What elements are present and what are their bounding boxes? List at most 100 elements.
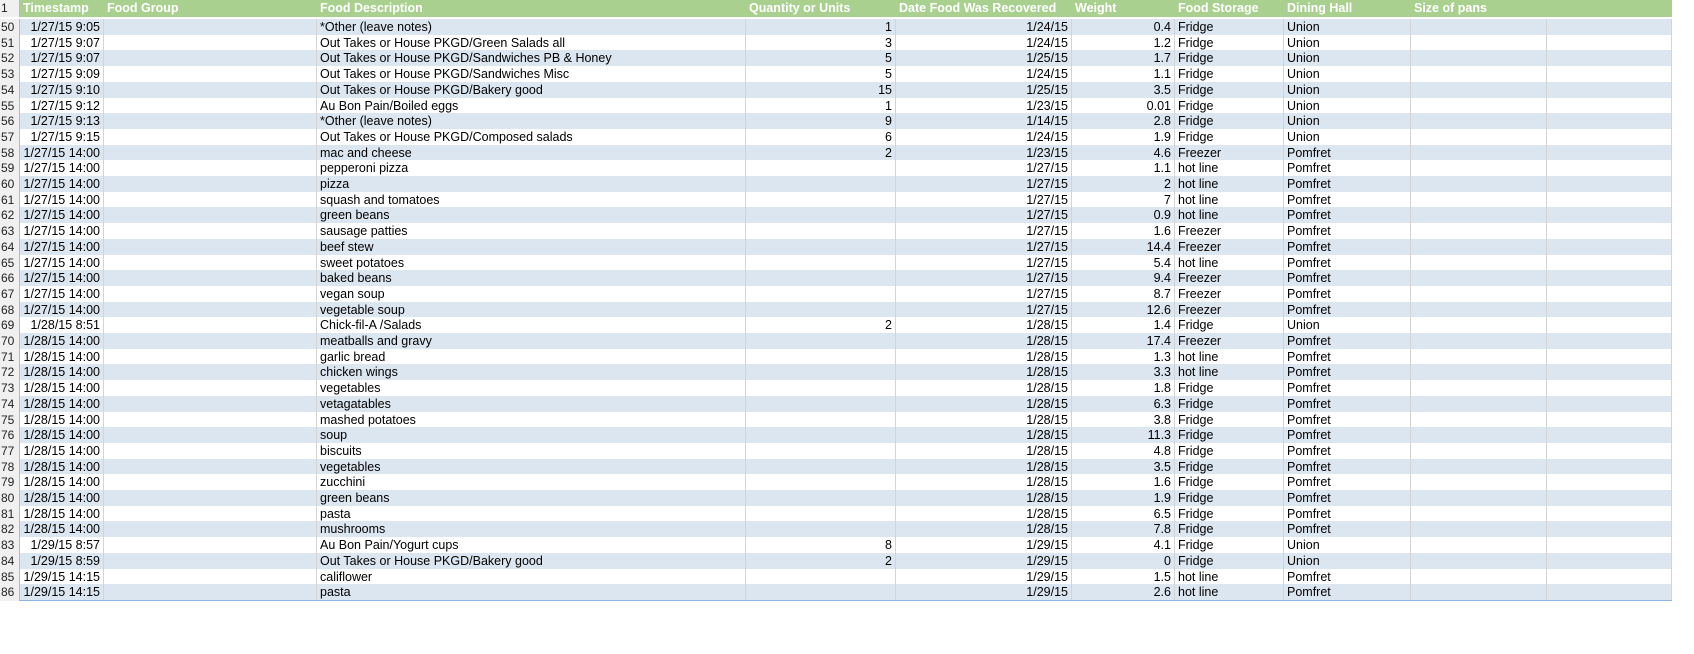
food-description-cell[interactable]: soup	[317, 427, 746, 445]
size-of-pans-cell[interactable]	[1411, 442, 1547, 460]
dining-hall-cell[interactable]: Pomfret	[1284, 411, 1411, 429]
food-group-cell[interactable]	[104, 301, 317, 319]
weight-cell[interactable]: 3.5	[1072, 81, 1175, 99]
empty-cell[interactable]	[1547, 380, 1672, 398]
empty-cell[interactable]	[1547, 19, 1672, 36]
empty-cell[interactable]	[1547, 66, 1672, 84]
table-row[interactable]: 64 1/27/15 14:00 beef stew 1/27/15 14.4 Freez…	[0, 238, 1694, 256]
food-storage-cell[interactable]: Fridge	[1175, 128, 1284, 146]
food-description-cell[interactable]: vegan soup	[317, 285, 746, 303]
food-description-cell[interactable]: meatballs and gravy	[317, 333, 746, 350]
weight-cell[interactable]: 17.4	[1072, 333, 1175, 350]
quantity-cell[interactable]	[746, 458, 896, 476]
food-storage-cell[interactable]: Fridge	[1175, 411, 1284, 429]
food-storage-cell[interactable]: hot line	[1175, 364, 1284, 382]
table-row[interactable]: 79 1/28/15 14:00 zucchini 1/28/15 1.6 Fridge P…	[0, 474, 1694, 492]
table-row[interactable]: 56 1/27/15 9:13 *Other (leave notes) 9 1/14/…	[0, 113, 1694, 131]
quantity-cell[interactable]: 1	[746, 97, 896, 115]
table-row[interactable]: 57 1/27/15 9:15 Out Takes or House PKGD/Co…	[0, 128, 1694, 146]
food-storage-cell[interactable]: hot line	[1175, 584, 1284, 602]
quantity-cell[interactable]: 3	[746, 34, 896, 52]
table-row[interactable]: 78 1/28/15 14:00 vegetables 1/28/15 3.5 Fridg…	[0, 458, 1694, 476]
food-storage-cell[interactable]: Fridge	[1175, 34, 1284, 52]
column-header-dining-hall[interactable]: Dining Hall	[1284, 0, 1411, 17]
food-storage-cell[interactable]: Freezer	[1175, 285, 1284, 303]
quantity-cell[interactable]	[746, 160, 896, 178]
empty-cell[interactable]	[1547, 160, 1672, 178]
food-group-cell[interactable]	[104, 348, 317, 366]
dining-hall-cell[interactable]: Pomfret	[1284, 364, 1411, 382]
food-storage-cell[interactable]: Fridge	[1175, 19, 1284, 36]
row-number[interactable]: 57	[0, 128, 20, 146]
empty-cell[interactable]	[1547, 301, 1672, 319]
weight-cell[interactable]: 1.9	[1072, 490, 1175, 507]
dining-hall-cell[interactable]: Pomfret	[1284, 348, 1411, 366]
quantity-cell[interactable]	[746, 427, 896, 445]
weight-cell[interactable]: 11.3	[1072, 427, 1175, 445]
empty-cell[interactable]	[1547, 270, 1672, 288]
weight-cell[interactable]: 5.4	[1072, 254, 1175, 272]
date-recovered-cell[interactable]: 1/24/15	[896, 128, 1072, 146]
table-row[interactable]: 60 1/27/15 14:00 pizza 1/27/15 2 hot line Pomf…	[0, 176, 1694, 193]
table-row[interactable]: 65 1/27/15 14:00 sweet potatoes 1/27/15 5.4 h…	[0, 254, 1694, 272]
food-storage-cell[interactable]: Freezer	[1175, 238, 1284, 256]
food-group-cell[interactable]	[104, 427, 317, 445]
food-description-cell[interactable]: pizza	[317, 176, 746, 193]
food-group-cell[interactable]	[104, 81, 317, 99]
food-storage-cell[interactable]: Freezer	[1175, 223, 1284, 241]
food-group-cell[interactable]	[104, 176, 317, 193]
food-group-cell[interactable]	[104, 537, 317, 555]
quantity-cell[interactable]	[746, 490, 896, 507]
food-storage-cell[interactable]: Freezer	[1175, 144, 1284, 162]
food-description-cell[interactable]: mac and cheese	[317, 144, 746, 162]
food-group-cell[interactable]	[104, 317, 317, 335]
size-of-pans-cell[interactable]	[1411, 474, 1547, 492]
weight-cell[interactable]: 1.8	[1072, 380, 1175, 398]
food-description-cell[interactable]: Out Takes or House PKGD/Bakery good	[317, 81, 746, 99]
empty-cell[interactable]	[1547, 113, 1672, 131]
food-group-cell[interactable]	[104, 128, 317, 146]
dining-hall-cell[interactable]: Union	[1284, 81, 1411, 99]
size-of-pans-cell[interactable]	[1411, 395, 1547, 413]
row-number[interactable]: 62	[0, 207, 20, 225]
quantity-cell[interactable]	[746, 301, 896, 319]
quantity-cell[interactable]	[746, 348, 896, 366]
food-group-cell[interactable]	[104, 19, 317, 36]
quantity-cell[interactable]: 1	[746, 19, 896, 36]
food-storage-cell[interactable]: hot line	[1175, 348, 1284, 366]
timestamp-cell[interactable]: 1/27/15 14:00	[20, 176, 104, 193]
empty-cell[interactable]	[1547, 238, 1672, 256]
food-group-cell[interactable]	[104, 505, 317, 523]
timestamp-cell[interactable]: 1/28/15 14:00	[20, 474, 104, 492]
food-storage-cell[interactable]: Fridge	[1175, 380, 1284, 398]
size-of-pans-cell[interactable]	[1411, 19, 1547, 36]
date-recovered-cell[interactable]: 1/28/15	[896, 333, 1072, 350]
row-number[interactable]: 75	[0, 411, 20, 429]
food-storage-cell[interactable]: hot line	[1175, 207, 1284, 225]
dining-hall-cell[interactable]: Pomfret	[1284, 160, 1411, 178]
timestamp-cell[interactable]: 1/28/15 14:00	[20, 380, 104, 398]
date-recovered-cell[interactable]: 1/29/15	[896, 584, 1072, 602]
empty-cell[interactable]	[1547, 176, 1672, 193]
dining-hall-cell[interactable]: Pomfret	[1284, 395, 1411, 413]
table-row[interactable]: 67 1/27/15 14:00 vegan soup 1/27/15 8.7 Freez…	[0, 285, 1694, 303]
dining-hall-cell[interactable]: Pomfret	[1284, 333, 1411, 350]
timestamp-cell[interactable]: 1/29/15 14:15	[20, 584, 104, 602]
table-row[interactable]: 73 1/28/15 14:00 vegetables 1/28/15 1.8 Fridg…	[0, 380, 1694, 398]
dining-hall-cell[interactable]: Pomfret	[1284, 584, 1411, 602]
row-number[interactable]: 55	[0, 97, 20, 115]
food-group-cell[interactable]	[104, 474, 317, 492]
row-number[interactable]: 80	[0, 490, 20, 507]
date-recovered-cell[interactable]: 1/28/15	[896, 521, 1072, 539]
size-of-pans-cell[interactable]	[1411, 238, 1547, 256]
weight-cell[interactable]: 1.4	[1072, 317, 1175, 335]
empty-cell[interactable]	[1547, 333, 1672, 350]
empty-cell[interactable]	[1547, 442, 1672, 460]
quantity-cell[interactable]	[746, 474, 896, 492]
quantity-cell[interactable]	[746, 521, 896, 539]
food-group-cell[interactable]	[104, 442, 317, 460]
food-description-cell[interactable]: *Other (leave notes)	[317, 19, 746, 36]
dining-hall-cell[interactable]: Pomfret	[1284, 427, 1411, 445]
food-storage-cell[interactable]: Freezer	[1175, 333, 1284, 350]
quantity-cell[interactable]	[746, 584, 896, 602]
